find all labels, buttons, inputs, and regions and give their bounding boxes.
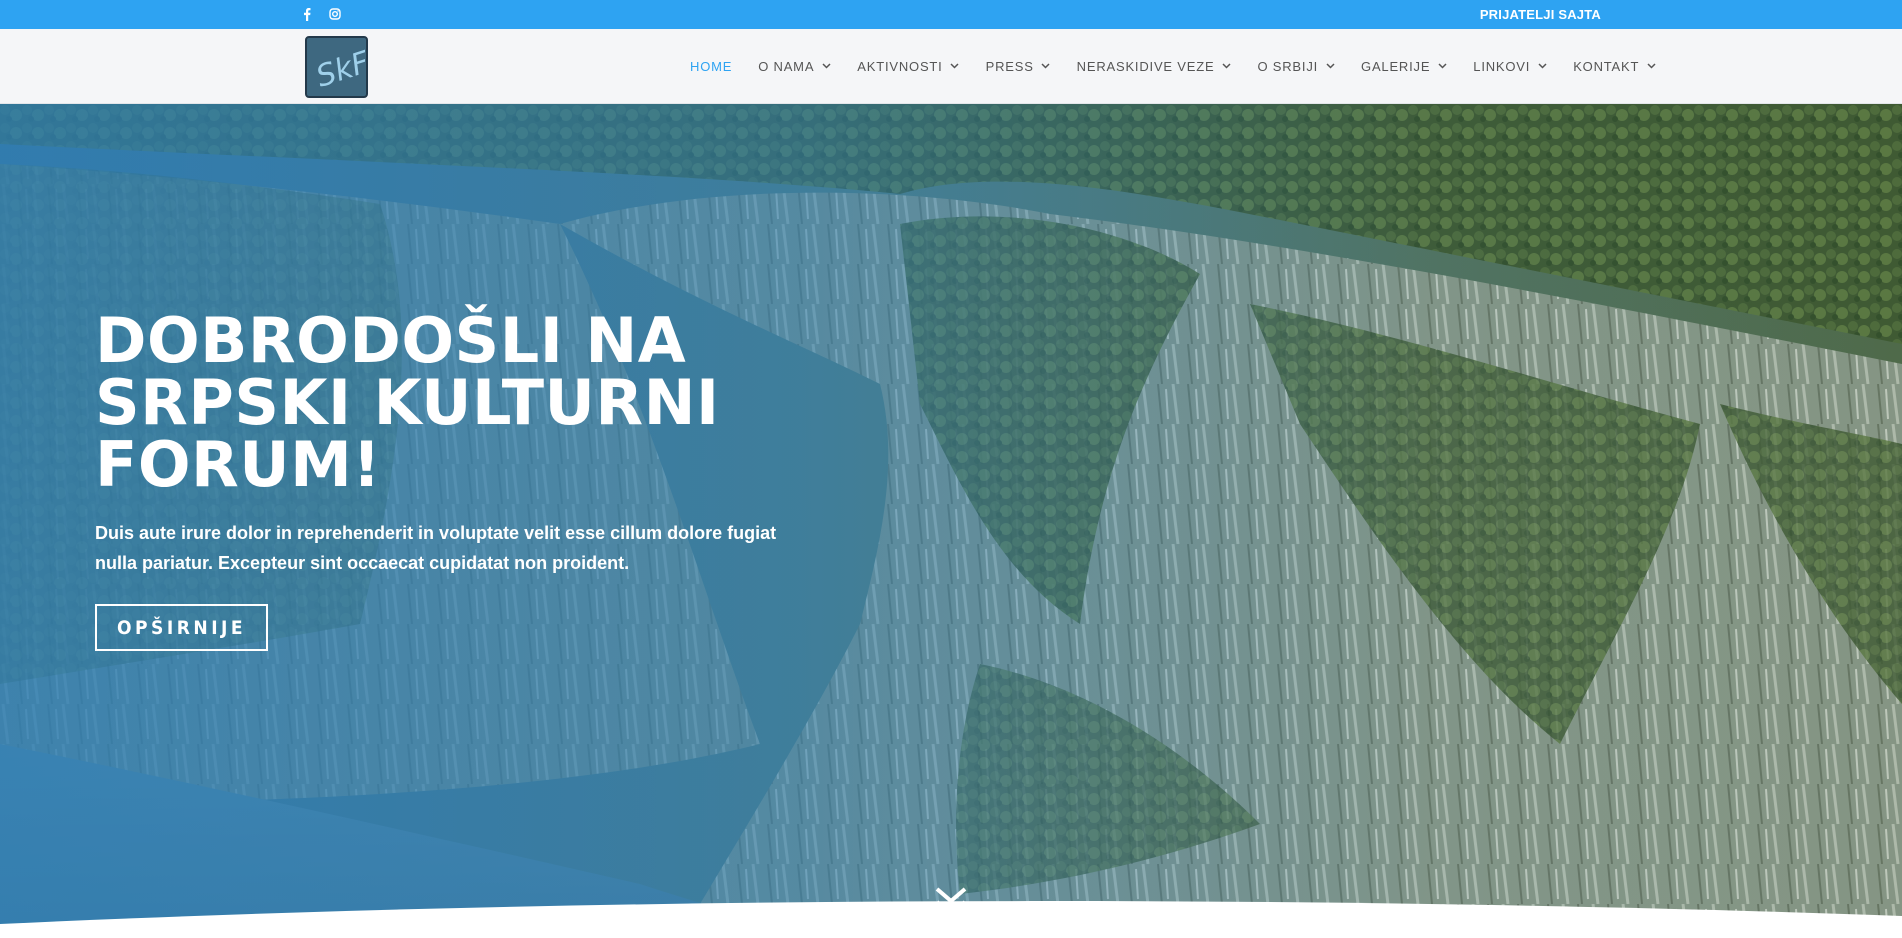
- social-links: [300, 7, 342, 21]
- facebook-icon[interactable]: [300, 7, 314, 21]
- instagram-icon[interactable]: [328, 7, 342, 21]
- nav-item-home[interactable]: HOME: [690, 59, 732, 74]
- nav-item-neraskidive-veze[interactable]: NERASKIDIVE VEZE: [1077, 59, 1232, 74]
- chevron-down-icon: [1041, 61, 1051, 71]
- nav-item-linkovi[interactable]: LINKOVI: [1473, 59, 1547, 74]
- hero-description: Duis aute irure dolor in reprehenderit i…: [95, 523, 777, 573]
- chevron-down-icon: [1646, 61, 1656, 71]
- read-more-button[interactable]: OPŠIRNIJE: [95, 604, 269, 651]
- nav-item-label: PRESS: [985, 58, 1034, 74]
- top-bar: PRIJATELJI SAJTA: [0, 0, 1902, 29]
- double-chevron-down-icon[interactable]: [934, 886, 968, 918]
- nav-item-label: NERASKIDIVE VEZE: [1076, 58, 1215, 74]
- chevron-down-icon: [1537, 61, 1547, 71]
- nav-item-galerije[interactable]: GALERIJE: [1361, 59, 1447, 74]
- chevron-down-icon: [1325, 61, 1335, 71]
- site-header: SkF HOME O NAMA AKTIVNOSTI PRESS NERASKIDIVE…: [0, 29, 1902, 104]
- nav-item-label: KONTAKT: [1573, 58, 1640, 74]
- nav-item-press[interactable]: PRESS: [986, 59, 1051, 74]
- nav-item-o-nama[interactable]: O NAMA: [758, 59, 831, 74]
- chevron-down-icon: [950, 61, 960, 71]
- svg-text:SkF: SkF: [312, 45, 365, 93]
- nav-item-aktivnosti[interactable]: AKTIVNOSTI: [857, 59, 959, 74]
- nav-item-label: AKTIVNOSTI: [857, 58, 943, 74]
- hero-section: DOBRODOŠLI NA SRPSKI KULTURNI FORUM! Dui…: [0, 104, 1902, 938]
- hero-content: DOBRODOŠLI NA SRPSKI KULTURNI FORUM! Dui…: [95, 310, 815, 651]
- chevron-down-icon: [1221, 61, 1231, 71]
- nav-item-label: HOME: [690, 58, 733, 74]
- chevron-down-icon: [821, 61, 831, 71]
- nav-item-label: LINKOVI: [1473, 58, 1531, 74]
- main-nav: HOME O NAMA AKTIVNOSTI PRESS NERASKIDIVE VEZ…: [690, 29, 1656, 103]
- site-logo[interactable]: SkF: [305, 36, 368, 98]
- nav-item-label: O NAMA: [758, 58, 815, 74]
- nav-item-label: O SRBIJI: [1257, 58, 1319, 74]
- nav-item-label: GALERIJE: [1361, 58, 1431, 74]
- friends-link[interactable]: PRIJATELJI SAJTA: [1480, 7, 1601, 22]
- chevron-down-icon: [1437, 61, 1447, 71]
- nav-item-kontakt[interactable]: KONTAKT: [1573, 59, 1656, 74]
- hero-title: DOBRODOŠLI NA SRPSKI KULTURNI FORUM!: [95, 304, 720, 501]
- nav-item-o-srbiji[interactable]: O SRBIJI: [1257, 59, 1335, 74]
